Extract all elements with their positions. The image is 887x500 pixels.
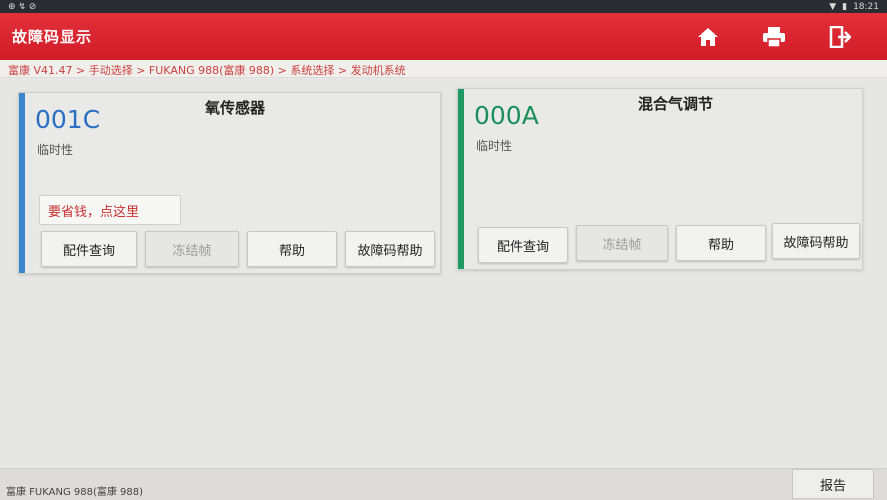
- breadcrumb: 富康 V41.47 > 手动选择 > FUKANG 988(富康 988) > …: [0, 60, 887, 78]
- title-bar: 故障码显示: [0, 13, 887, 60]
- save-money-tooltip[interactable]: 要省钱，点这里: [39, 195, 181, 225]
- report-button[interactable]: 报告: [792, 469, 874, 499]
- print-button[interactable]: [741, 17, 807, 57]
- status-icons-left: ⊕ ↯ ⊘: [8, 1, 37, 12]
- dtc-help-button[interactable]: 故障码帮助: [772, 223, 860, 259]
- dtc-help-button[interactable]: 故障码帮助: [345, 231, 435, 267]
- home-button[interactable]: [675, 17, 741, 57]
- dtc-card: 001C 氧传感器 临时性 要省钱，点这里 配件查询 冻结帧 帮助 故障码帮助: [18, 92, 441, 274]
- vehicle-info: 富康 FUKANG 988(富康 988): [6, 487, 144, 498]
- dtc-name: 混合气调节: [638, 95, 714, 113]
- card-stripe: [458, 89, 464, 269]
- dtc-code: 000A: [474, 101, 539, 130]
- footer-bar: 富康 FUKANG 988(富康 988) 报告: [0, 468, 887, 500]
- dtc-card: 000A 混合气调节 临时性 配件查询 冻结帧 帮助 故障码帮助: [457, 88, 863, 270]
- exit-icon: [829, 25, 851, 48]
- parts-query-button[interactable]: 配件查询: [41, 231, 137, 267]
- battery-icon: ▮: [842, 1, 848, 12]
- dtc-name: 氧传感器: [205, 99, 266, 117]
- card-stripe: [19, 93, 25, 273]
- freeze-frame-button[interactable]: 冻结帧: [145, 231, 239, 267]
- printer-icon: [763, 26, 785, 48]
- freeze-frame-button[interactable]: 冻结帧: [576, 225, 668, 261]
- help-button[interactable]: 帮助: [247, 231, 337, 267]
- parts-query-button[interactable]: 配件查询: [478, 227, 568, 263]
- page-title: 故障码显示: [12, 28, 93, 46]
- clock: 18:21: [853, 1, 879, 12]
- wifi-icon: ▼: [829, 1, 837, 12]
- dtc-status: 临时性: [37, 143, 74, 157]
- exit-button[interactable]: [807, 17, 873, 57]
- dtc-status: 临时性: [476, 139, 513, 153]
- dtc-code: 001C: [35, 105, 101, 134]
- help-button[interactable]: 帮助: [676, 225, 766, 261]
- status-bar: ⊕ ↯ ⊘ ▼ ▮ 18:21: [0, 0, 887, 13]
- home-icon: [698, 27, 718, 46]
